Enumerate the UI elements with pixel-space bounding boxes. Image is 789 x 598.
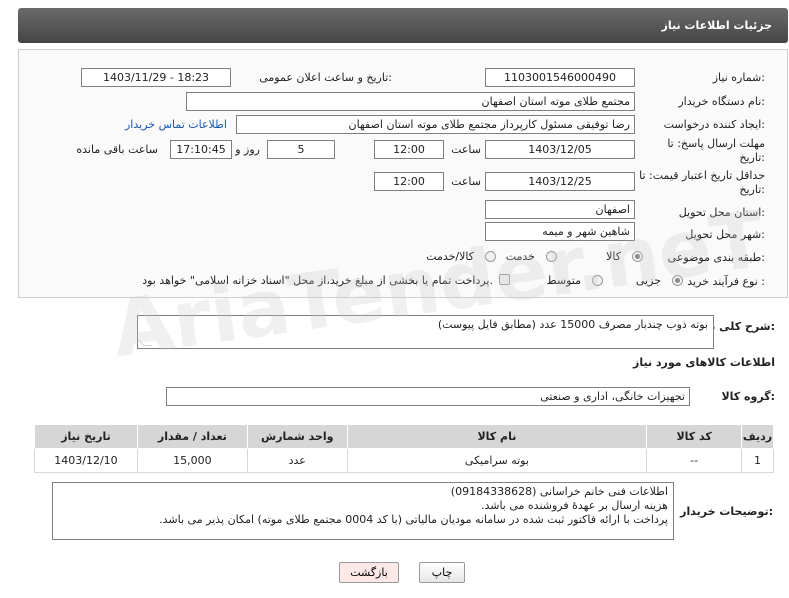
days-remaining-field[interactable]: 5 — [267, 140, 335, 159]
treasury-payment-note: پرداخت تمام یا بخشی از مبلغ خرید،از محل … — [142, 274, 493, 287]
process-option-minor: جزیی — [635, 274, 661, 287]
need-number-field[interactable]: 1103001546000490 — [485, 68, 635, 87]
buyer-notes-line-3: پرداخت با ارائه فاکتور ثبت شده در سامانه… — [159, 513, 668, 526]
print-button[interactable]: چاپ — [419, 562, 465, 583]
category-radio-goods-service[interactable] — [485, 251, 496, 262]
col-header-name: نام کالا — [346, 424, 648, 449]
category-option-service: خدمت — [505, 250, 535, 263]
category-option-goods: کالا — [606, 250, 621, 263]
announce-datetime-field[interactable]: 1403/11/29 - 18:23 — [81, 68, 231, 87]
buyer-org-field[interactable]: مجتمع طلای موته استان اصفهان — [186, 92, 635, 111]
province-label: استان محل تحویل: — [678, 206, 765, 219]
remaining-time-label: ساعت باقی مانده — [76, 143, 158, 156]
category-label: طبقه بندی موضوعی: — [667, 251, 765, 264]
cell-unit: عدد — [246, 448, 348, 473]
resize-grip-icon[interactable] — [136, 338, 152, 346]
creator-label: ایجاد کننده درخواست: — [663, 118, 765, 131]
col-header-row: ردیف — [741, 424, 774, 449]
goods-table-header: ردیف کد کالا نام کالا واحد شمارش تعداد /… — [34, 424, 774, 449]
price-validity-label-date: تاریخ: — [739, 183, 765, 196]
need-details-panel: شماره نیاز: 1103001546000490 تاریخ و ساع… — [18, 49, 788, 298]
category-radio-goods[interactable] — [632, 251, 643, 262]
validity-date-field[interactable]: 1403/12/25 — [485, 172, 635, 191]
province-field[interactable]: اصفهان — [485, 200, 635, 219]
process-type-label: نوع فرآیند خرید : — [687, 275, 765, 288]
cell-quantity: 15,000 — [136, 448, 248, 473]
col-header-unit: واحد شمارش — [246, 424, 348, 449]
reply-date-field[interactable]: 1403/12/05 — [485, 140, 635, 159]
validity-time-label: ساعت — [451, 175, 481, 188]
goods-group-field[interactable]: تجهیزات خانگی، اداری و صنعتی — [166, 387, 690, 406]
col-header-code: کد کالا — [646, 424, 743, 449]
price-validity-label: حداقل تاریخ اعتبار قیمت: تا — [639, 169, 765, 182]
process-option-medium: متوسط — [546, 274, 581, 287]
buyer-notes-textarea[interactable]: اطلاعات فنی خانم خراسانی (09184338628) ه… — [52, 482, 674, 540]
cell-date: 1403/12/10 — [34, 448, 138, 473]
reply-deadline-label: مهلت ارسال پاسخ: تا — [667, 137, 765, 150]
reply-time-field[interactable]: 12:00 — [374, 140, 444, 159]
buyer-notes-line-1: اطلاعات فنی خانم خراسانی (09184338628) — [450, 485, 668, 498]
treasury-payment-checkbox[interactable] — [499, 274, 510, 285]
announce-label: تاریخ و ساعت اعلان عمومی: — [259, 71, 392, 84]
creator-field[interactable]: رضا توفیقی مسئول کارپرداز مجتمع طلای موت… — [236, 115, 635, 134]
reply-time-label: ساعت — [451, 143, 481, 156]
city-label: شهر محل تحویل: — [685, 228, 765, 241]
process-radio-medium[interactable] — [592, 275, 603, 286]
validity-time-field[interactable]: 12:00 — [374, 172, 444, 191]
buyer-notes-label: توضیحات خریدار: — [680, 505, 773, 518]
goods-group-label: گروه کالا: — [721, 390, 775, 403]
buyer-org-label: نام دستگاه خریدار: — [678, 95, 765, 108]
back-button[interactable]: بازگشت — [339, 562, 399, 583]
days-label: روز و — [235, 143, 260, 156]
cell-name: بوته سرامیکی — [346, 448, 648, 473]
table-row[interactable]: 1 -- بوته سرامیکی عدد 15,000 1403/12/10 — [34, 448, 774, 473]
city-field[interactable]: شاهین شهر و میمه — [485, 222, 635, 241]
cell-row: 1 — [741, 448, 774, 473]
buyer-notes-line-2: هزینه ارسال بر عهدهٔ فروشنده می باشد. — [480, 499, 668, 512]
cell-code: -- — [646, 448, 743, 473]
category-option-goods-service: کالا/خدمت — [426, 250, 474, 263]
col-header-quantity: تعداد / مقدار — [136, 424, 248, 449]
remaining-time-field[interactable]: 17:10:45 — [170, 140, 232, 159]
reply-deadline-label-date: تاریخ: — [739, 151, 765, 164]
goods-table: ردیف کد کالا نام کالا واحد شمارش تعداد /… — [34, 424, 774, 473]
goods-section-title: اطلاعات کالاهای مورد نیاز — [633, 356, 775, 369]
page-header: جزئیات اطلاعات نیاز — [18, 8, 788, 43]
description-text: بوته ذوب چندبار مصرف 15000 عدد (مطابق فا… — [437, 318, 708, 331]
need-number-label: شماره نیاز: — [712, 71, 765, 84]
buyer-contact-link[interactable]: اطلاعات تماس خریدار — [125, 118, 227, 131]
col-header-date: تاریخ نیاز — [34, 424, 138, 449]
category-radio-service[interactable] — [546, 251, 557, 262]
page-header-title: جزئیات اطلاعات نیاز — [661, 19, 773, 32]
process-radio-minor[interactable] — [672, 275, 683, 286]
description-textarea[interactable]: بوته ذوب چندبار مصرف 15000 عدد (مطابق فا… — [136, 315, 714, 349]
